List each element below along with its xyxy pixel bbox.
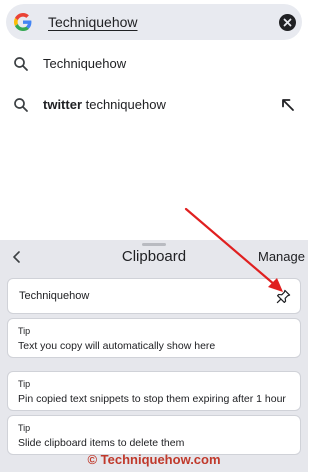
tip-card[interactable]: Tip Text you copy will automatically sho…	[7, 318, 301, 358]
tip-card[interactable]: Tip Pin copied text snippets to stop the…	[7, 371, 301, 411]
tip-text: Text you copy will automatically show he…	[18, 340, 216, 352]
clear-search-button[interactable]	[279, 14, 296, 31]
tip-text: Slide clipboard items to delete them	[18, 437, 185, 449]
suggestion-item[interactable]: Techniquehow	[0, 44, 308, 84]
tip-card[interactable]: Tip Slide clipboard items to delete them	[7, 415, 301, 455]
drag-handle[interactable]	[142, 243, 166, 246]
search-query-text[interactable]: Techniquehow	[48, 14, 138, 30]
tip-label: Tip	[18, 326, 31, 336]
clipboard-item[interactable]: Techniquehow	[7, 278, 301, 314]
fill-query-arrow-icon[interactable]	[281, 98, 295, 112]
keyboard-clipboard-panel: Clipboard Manage Techniquehow Tip Text y…	[0, 240, 308, 472]
close-icon	[283, 18, 292, 27]
clipboard-item-text: Techniquehow	[19, 290, 90, 302]
search-icon	[14, 98, 28, 112]
tip-text: Pin copied text snippets to stop them ex…	[18, 393, 286, 405]
suggestion-text: Techniquehow	[43, 56, 127, 71]
search-icon	[14, 57, 28, 71]
tip-label: Tip	[18, 423, 31, 433]
manage-button[interactable]: Manage	[258, 249, 305, 264]
suggestion-text: twitter techniquehow	[43, 97, 166, 112]
tip-label: Tip	[18, 379, 31, 389]
search-bar[interactable]: Techniquehow	[6, 4, 302, 40]
suggestion-item[interactable]: twitter techniquehow	[0, 85, 308, 125]
google-g-icon	[14, 13, 32, 31]
watermark-text: © Techniquehow.com	[87, 452, 221, 467]
pin-icon[interactable]	[276, 289, 291, 304]
